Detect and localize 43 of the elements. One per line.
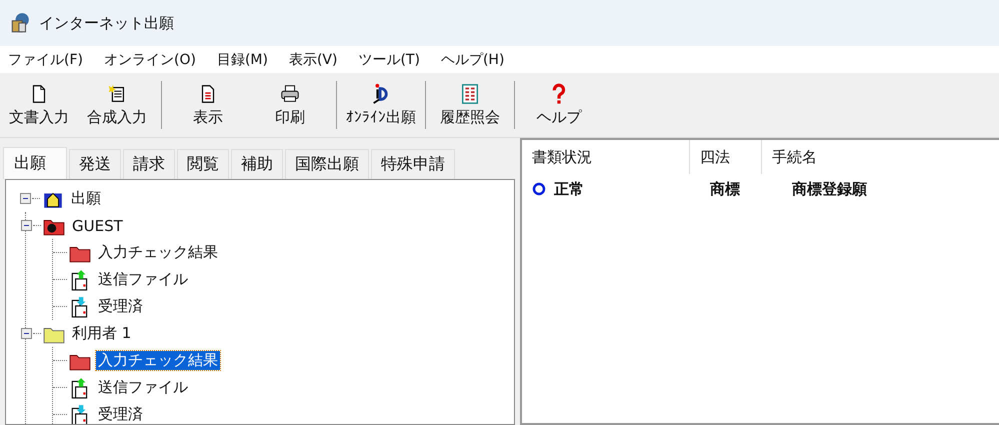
menu-item[interactable]: ファイル(F) (8, 50, 83, 68)
tab[interactable]: 閲覧 (177, 149, 229, 179)
tree-item[interactable]: 利用者 1 (70, 324, 134, 343)
tab[interactable]: 補助 (231, 149, 283, 179)
ledger-icon (459, 83, 481, 105)
app-icon (9, 12, 31, 34)
toolbar-button[interactable]: 履歴照会 (431, 83, 509, 127)
collapse-toggle[interactable] (20, 193, 31, 204)
column-header[interactable]: 手続名 (762, 140, 999, 174)
tab[interactable]: 国際出願 (285, 149, 369, 179)
tab[interactable]: 出願 (3, 147, 67, 179)
table-cell-text: 商標登録願 (791, 180, 868, 198)
tree-item[interactable]: 出願 (69, 189, 103, 208)
collapse-toggle[interactable] (21, 328, 32, 339)
tree-item[interactable]: 送信ファイル (96, 270, 190, 289)
tree-item[interactable]: 入力チェック結果 (96, 243, 220, 262)
toolbar-button[interactable]: 合成入力 (78, 83, 156, 127)
tree-item[interactable]: 入力チェック結果 (96, 351, 220, 370)
column-header[interactable]: 四法 (690, 140, 762, 174)
circle-icon (532, 182, 546, 196)
collapse-toggle[interactable] (21, 220, 32, 231)
menu-item[interactable]: ヘルプ(H) (440, 50, 504, 68)
column-header[interactable]: 書類状況 (522, 140, 690, 174)
printer-icon (279, 83, 301, 105)
window-title: インターネット出願 (39, 14, 174, 32)
tab[interactable]: 請求 (123, 149, 175, 179)
tree-item[interactable]: 受理済 (96, 297, 145, 316)
toolbar-button[interactable]: ヘルプ (520, 83, 598, 127)
toolbar-button[interactable]: 文書入力 (0, 83, 78, 127)
toolbar-button[interactable]: ｵﾝﾗｲﾝ出願 (342, 83, 420, 127)
menu-item[interactable]: オンライン(O) (104, 50, 196, 68)
table-cell: 正常 (554, 180, 584, 198)
tab[interactable]: 発送 (69, 149, 121, 179)
menu-item[interactable]: 表示(V) (288, 50, 338, 68)
menu-item[interactable]: ツール(T) (358, 50, 420, 68)
tree-item[interactable]: 受理済 (96, 405, 145, 424)
toolbar-button[interactable]: 印刷 (249, 83, 331, 127)
tree-item[interactable]: GUEST (70, 216, 125, 234)
tab[interactable]: 特殊申請 (371, 149, 455, 179)
toolbar-button[interactable]: 表示 (167, 83, 249, 127)
table-cell-text: 商標 (709, 180, 741, 198)
menu-item[interactable]: 目録(M) (216, 50, 268, 68)
tree-item[interactable]: 送信ファイル (96, 378, 190, 397)
